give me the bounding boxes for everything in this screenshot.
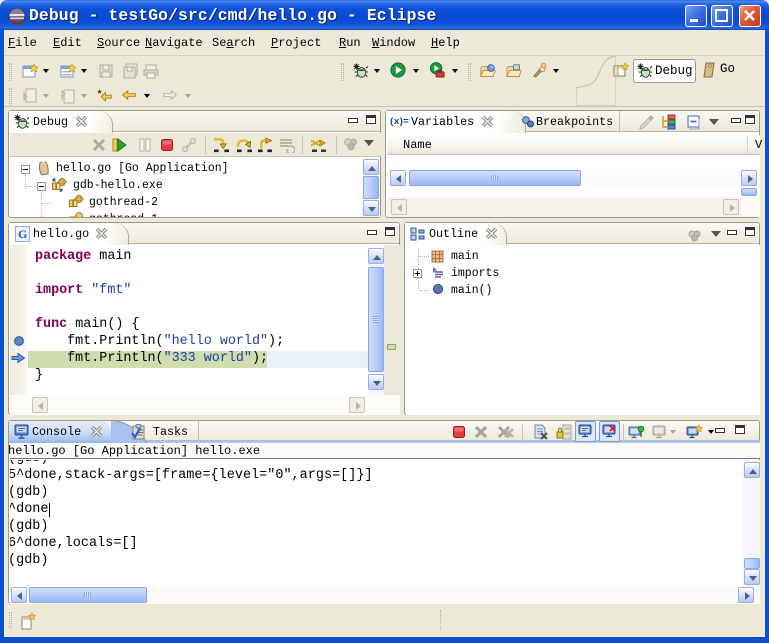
svg-text:G: G bbox=[18, 227, 27, 241]
